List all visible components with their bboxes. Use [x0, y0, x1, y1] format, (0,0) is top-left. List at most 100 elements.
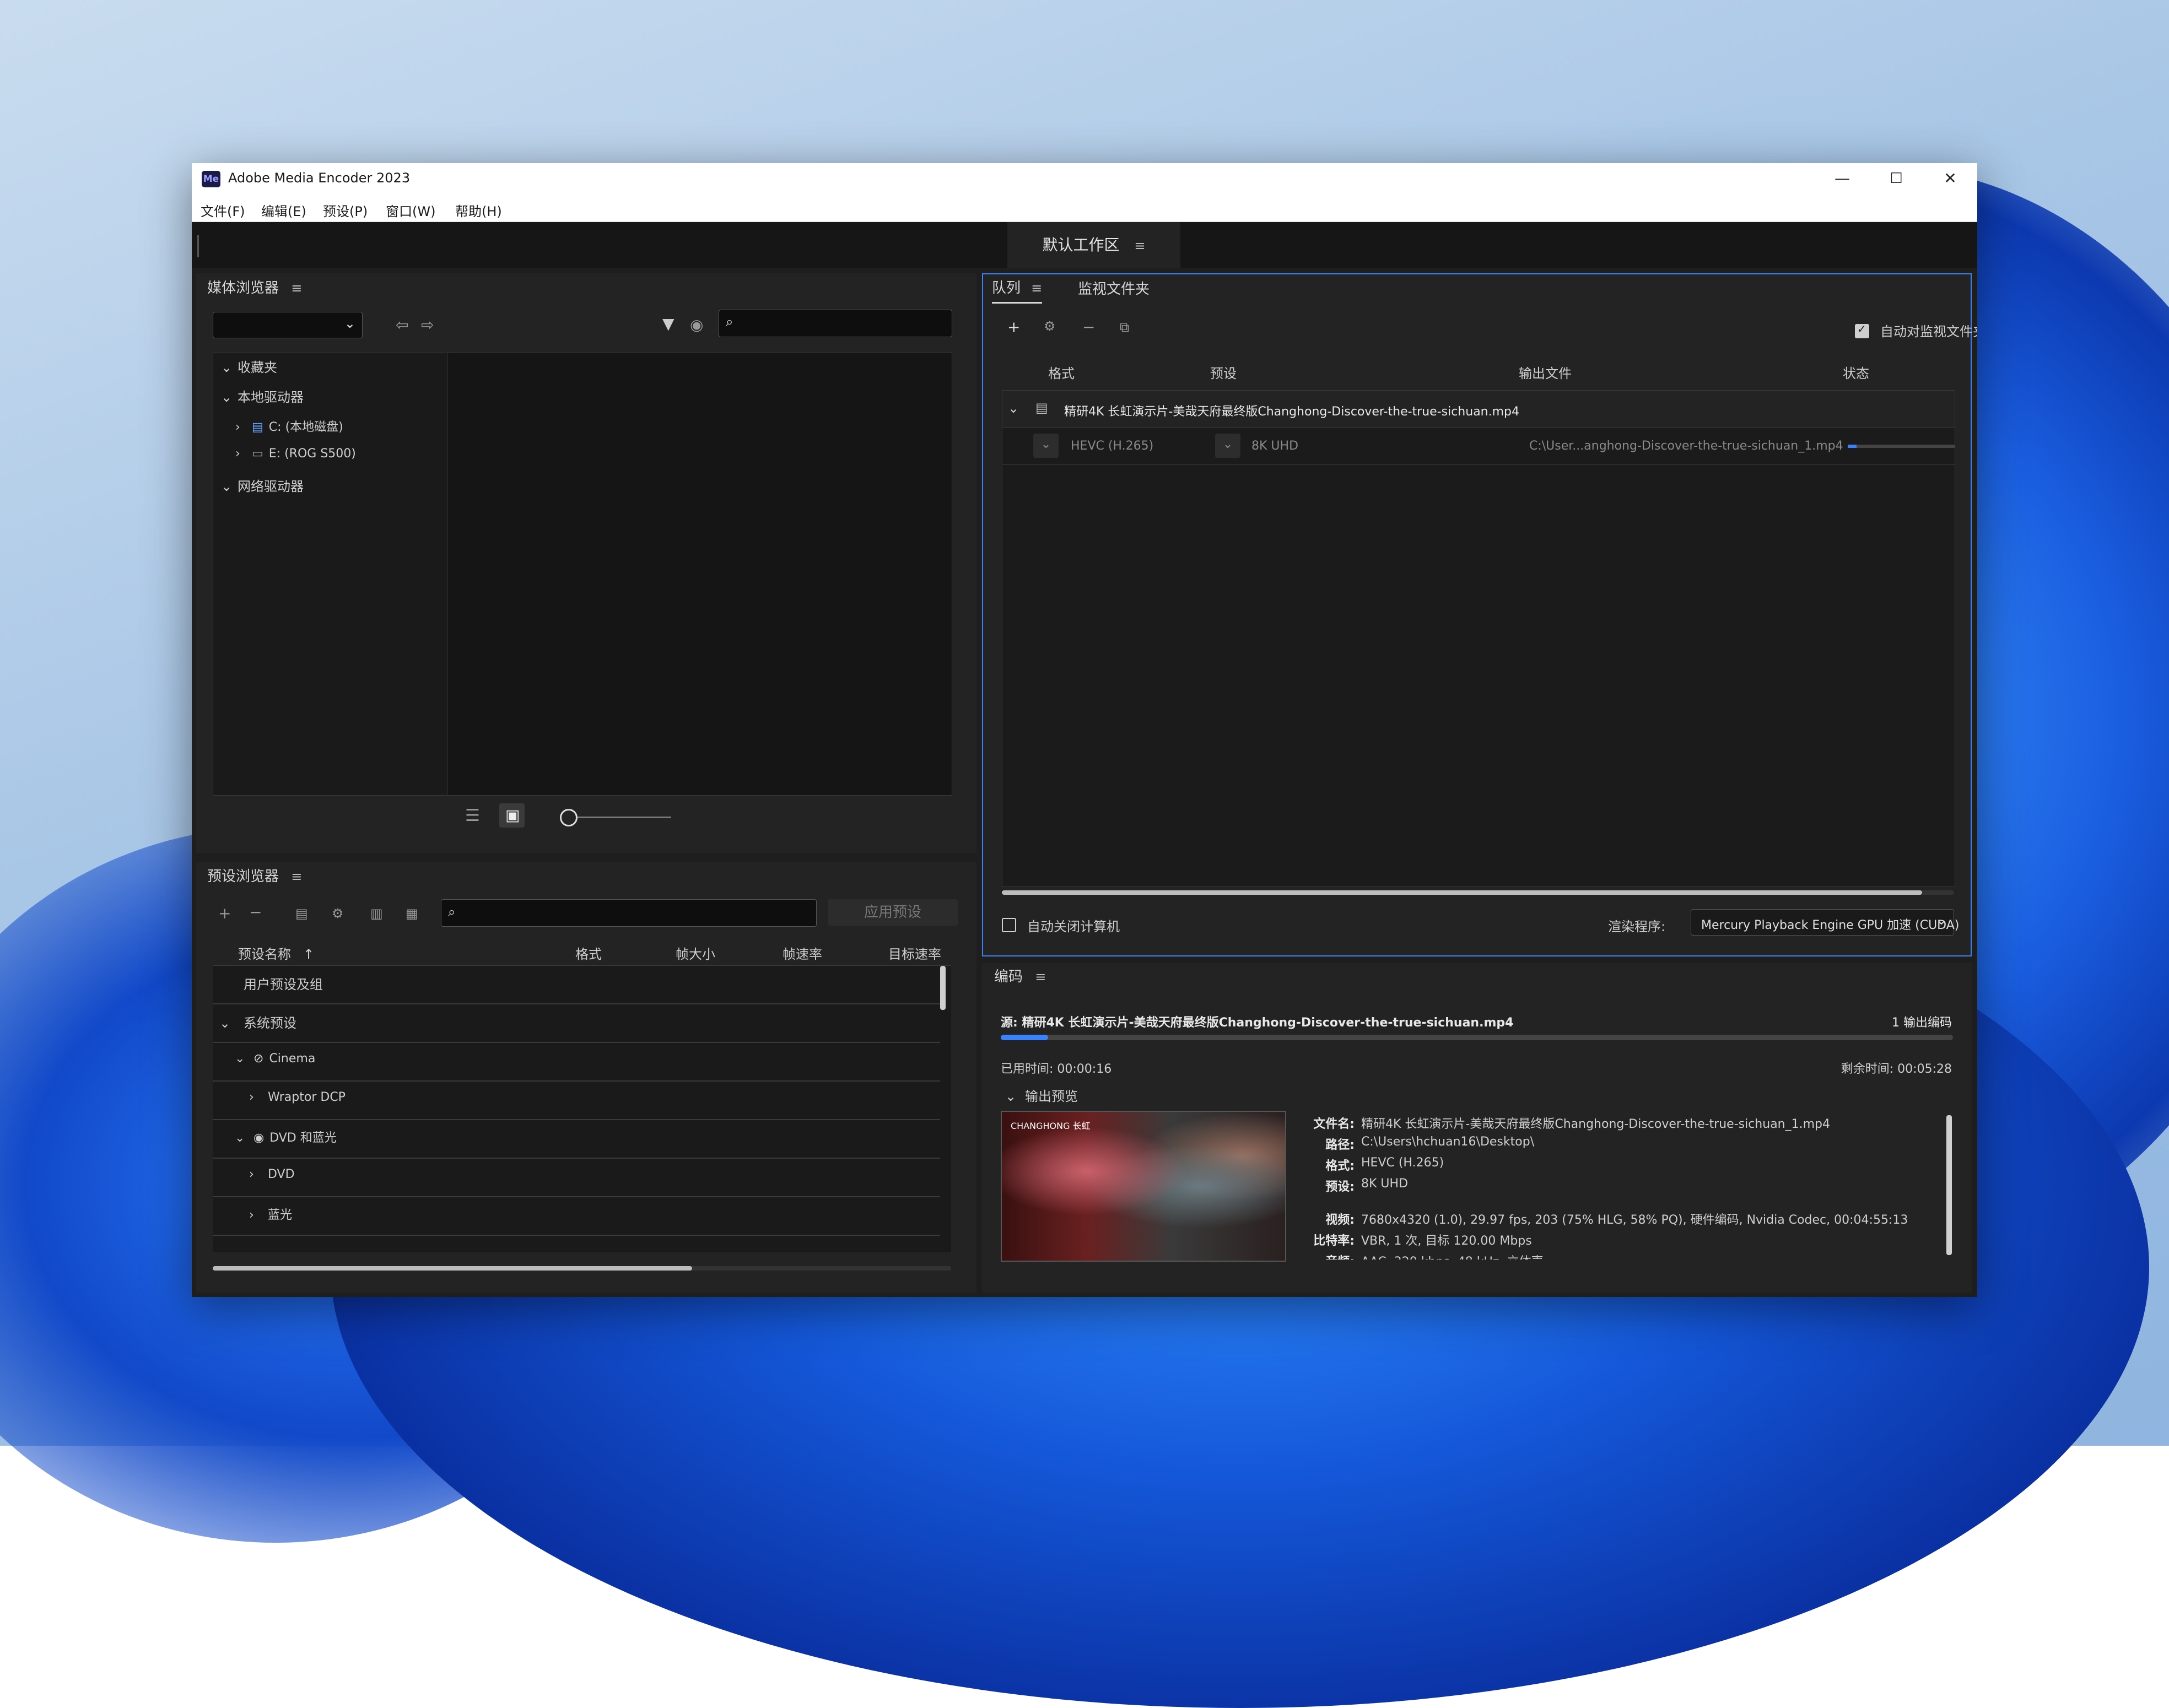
- output-details: 文件名: 精研4K 长虹演示片-美哉天府最终版Changhong-Discove…: [1291, 1111, 1941, 1260]
- location-dropdown[interactable]: ⌄: [213, 312, 363, 338]
- search-icon: ⌕: [448, 904, 456, 920]
- encoding-progress-fill: [1001, 1035, 1049, 1040]
- column-preset-name[interactable]: 预设名称 ↑: [238, 943, 314, 963]
- preset-row-bluray[interactable]: › 蓝光: [249, 1205, 292, 1223]
- workspace-menu-icon[interactable]: ≡: [1134, 238, 1145, 253]
- workspace-tab[interactable]: 默认工作区 ≡: [1007, 222, 1180, 268]
- column-format[interactable]: 格式: [575, 943, 602, 963]
- search-icon: ⌕: [726, 314, 733, 329]
- tree-item-label: E: (ROG S500): [268, 447, 356, 461]
- preset-row-cinema[interactable]: ⌄ ⊘ Cinema: [235, 1052, 315, 1066]
- preset-row-system[interactable]: ⌄ 系统预设: [219, 1012, 296, 1031]
- queue-col-status[interactable]: 状态: [1843, 363, 1869, 382]
- preset-vertical-scrollbar[interactable]: [940, 966, 946, 1010]
- preset-row-wraptor[interactable]: › Wraptor DCP: [249, 1090, 346, 1104]
- remove-preset-icon[interactable]: −: [249, 905, 262, 920]
- auto-shutdown-checkbox[interactable]: [1002, 918, 1016, 932]
- menu-preset[interactable]: 预设(P): [323, 201, 368, 220]
- queue-col-preset[interactable]: 预设: [1210, 363, 1237, 382]
- queue-list: ⌄ ▤ 精研4K 长虹演示片-美哉天府最终版Changhong-Discover…: [1002, 390, 1955, 887]
- queue-settings-icon[interactable]: ⚙: [1044, 320, 1056, 333]
- filter-icon[interactable]: ▼: [662, 316, 675, 332]
- duplicate-icon[interactable]: ⧉: [1120, 321, 1129, 334]
- auto-shutdown-label: 自动关闭计算机: [1027, 919, 1120, 934]
- collapse-icon[interactable]: ⌄: [1008, 401, 1019, 416]
- drive-icon: ▭: [252, 447, 263, 461]
- format-dropdown[interactable]: ⌄: [1033, 434, 1059, 458]
- new-group-icon[interactable]: ▤: [295, 907, 308, 920]
- preset-row-dvd-bluray[interactable]: ⌄ ◉ DVD 和蓝光: [235, 1128, 337, 1145]
- import-preset-icon[interactable]: ▥: [370, 907, 383, 920]
- menu-window[interactable]: 窗口(W): [386, 201, 435, 220]
- menu-edit[interactable]: 编辑(E): [261, 201, 306, 220]
- column-frame-size[interactable]: 帧大小: [676, 943, 715, 963]
- queue-source-name: 精研4K 长虹演示片-美哉天府最终版Changhong-Discover-the…: [1064, 405, 1520, 419]
- forward-arrow-icon[interactable]: ⇨: [421, 317, 434, 333]
- add-source-icon[interactable]: +: [1007, 320, 1020, 335]
- preset-browser-menu-icon[interactable]: ≡: [291, 869, 302, 884]
- thumbnail-view-button[interactable]: ▣: [499, 803, 525, 828]
- zoom-slider-handle[interactable]: [560, 809, 578, 826]
- back-arrow-icon[interactable]: ⇦: [396, 317, 408, 333]
- apply-preset-button[interactable]: 应用预设: [828, 899, 958, 926]
- cinema-icon: ⊘: [253, 1052, 264, 1066]
- output-preview-toggle[interactable]: ⌄ 输出预览: [1005, 1085, 1078, 1105]
- queue-horizontal-scrollbar[interactable]: [1002, 890, 1922, 895]
- queue-menu-icon[interactable]: ≡: [1031, 280, 1042, 296]
- menu-file[interactable]: 文件(F): [201, 201, 245, 220]
- preset-settings-icon[interactable]: ⚙: [332, 907, 344, 920]
- preset-search-input[interactable]: ⌕: [441, 899, 817, 927]
- file-icon: ▤: [1035, 400, 1048, 415]
- detail-key: 音频:: [1291, 1252, 1355, 1260]
- preset-dropdown[interactable]: ⌄: [1215, 434, 1240, 458]
- encoding-output-count: 1 输出编码: [1892, 1016, 1952, 1030]
- auto-encode-checkbox[interactable]: [1855, 322, 1869, 338]
- detail-audio: AAC, 320 kbps, 48 kHz, 立体声: [1361, 1252, 1544, 1260]
- encoding-progress-track: [1001, 1035, 1953, 1040]
- tab-queue[interactable]: 队列 ≡: [992, 274, 1043, 304]
- workspace-grip: [197, 235, 199, 257]
- maximize-button[interactable]: ☐: [1869, 163, 1923, 195]
- encoding-menu-icon[interactable]: ≡: [1035, 969, 1046, 985]
- eye-icon[interactable]: ◉: [690, 317, 703, 333]
- output-file[interactable]: C:\User...anghong-Discover-the-true-sich…: [1529, 439, 1843, 453]
- details-scrollbar[interactable]: [1946, 1115, 1952, 1255]
- tab-watch-folders[interactable]: 监视文件夹: [1078, 278, 1150, 298]
- tree-item-local-drives[interactable]: ⌄ 本地驱动器: [221, 386, 304, 406]
- tree-item-drive-e[interactable]: › ▭ E: (ROG S500): [235, 447, 356, 461]
- list-view-icon[interactable]: ☰: [465, 808, 480, 824]
- detail-bitrate: VBR, 1 次, 目标 120.00 Mbps: [1361, 1234, 1532, 1248]
- export-preset-icon[interactable]: ▦: [406, 907, 418, 920]
- detail-key: 路径:: [1325, 1138, 1355, 1152]
- preset-browser-title: 预设浏览器 ≡: [207, 865, 302, 885]
- detail-key: 文件名:: [1313, 1117, 1355, 1131]
- queue-source-row[interactable]: ⌄ ▤ 精研4K 长虹演示片-美哉天府最终版Changhong-Discover…: [1002, 391, 1955, 428]
- queue-col-format[interactable]: 格式: [1048, 363, 1075, 382]
- drive-icon: ▤: [252, 420, 263, 434]
- output-format[interactable]: HEVC (H.265): [1071, 439, 1153, 453]
- output-preset[interactable]: 8K UHD: [1251, 439, 1298, 453]
- tree-item-favorites[interactable]: ⌄ 收藏夹: [221, 356, 277, 376]
- media-browser-menu-icon[interactable]: ≡: [291, 280, 302, 296]
- queue-col-output[interactable]: 输出文件: [1519, 363, 1572, 382]
- preset-row-label: Cinema: [269, 1052, 316, 1066]
- tree-item-drive-c[interactable]: › ▤ C: (本地磁盘): [235, 417, 343, 435]
- detail-key: 预设:: [1325, 1180, 1355, 1194]
- zoom-slider-track[interactable]: [578, 817, 671, 818]
- media-search-input[interactable]: ⌕: [719, 310, 952, 337]
- detail-key: 比特率:: [1313, 1234, 1355, 1248]
- menu-help[interactable]: 帮助(H): [455, 201, 502, 220]
- renderer-dropdown[interactable]: Mercury Playback Engine GPU 加速 (CUDA) ⌄: [1691, 909, 1959, 936]
- close-button[interactable]: ✕: [1923, 163, 1977, 195]
- column-target-rate[interactable]: 目标速率: [888, 943, 941, 963]
- remove-item-icon[interactable]: −: [1082, 320, 1095, 335]
- tree-item-network-drives[interactable]: ⌄ 网络驱动器: [221, 475, 304, 495]
- preset-row-dvd[interactable]: › DVD: [249, 1168, 295, 1181]
- column-frame-rate[interactable]: 帧速率: [783, 943, 822, 963]
- add-preset-icon[interactable]: +: [218, 906, 231, 921]
- queue-output-row[interactable]: ⌄ HEVC (H.265) ⌄ 8K UHD C:\User...anghon…: [1002, 427, 1955, 465]
- minimize-button[interactable]: —: [1815, 163, 1869, 195]
- preset-row-user[interactable]: 用户预设及组: [244, 974, 323, 993]
- menu-bar: 文件(F) 编辑(E) 预设(P) 窗口(W) 帮助(H): [192, 195, 1977, 222]
- preset-horizontal-scrollbar[interactable]: [213, 1266, 692, 1271]
